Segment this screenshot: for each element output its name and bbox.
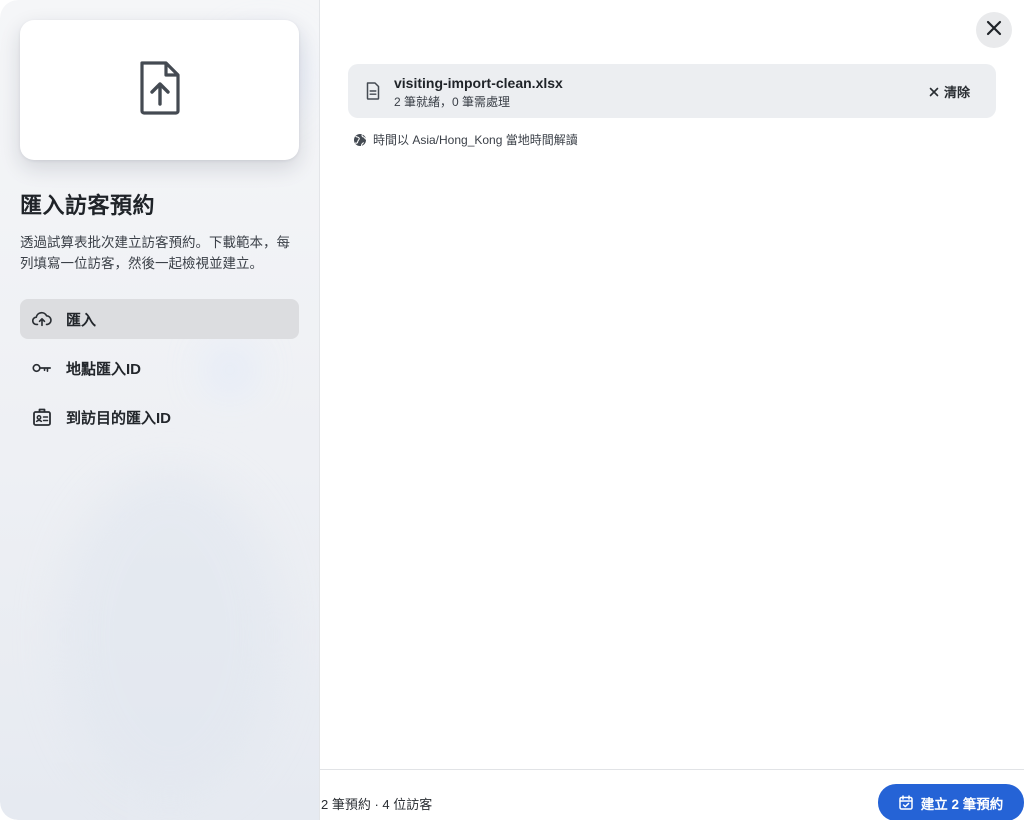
document-icon bbox=[366, 82, 382, 100]
file-name: visiting-import-clean.xlsx bbox=[394, 75, 563, 91]
dialog-description: 透過試算表批次建立訪客預約。下載範本，每列填寫一位訪客，然後一起檢視並建立。 bbox=[20, 235, 290, 271]
upload-illustration bbox=[20, 20, 299, 160]
globe-icon bbox=[353, 133, 367, 147]
clear-label: 清除 bbox=[943, 85, 970, 100]
dialog-title: 匯入訪客預約 bbox=[20, 193, 156, 218]
close-icon bbox=[986, 20, 1002, 41]
close-icon bbox=[929, 87, 939, 97]
timezone-note: 時間以 Asia/Hong_Kong 當地時間解讀 bbox=[353, 131, 578, 148]
left-panel: 匯入訪客預約 透過試算表批次建立訪客預約。下載範本，每列填寫一位訪客，然後一起檢… bbox=[0, 0, 320, 820]
key-icon bbox=[32, 358, 52, 378]
nav-item-label: 匯入 bbox=[66, 311, 97, 329]
timezone-text: 時間以 Asia/Hong_Kong 當地時間解讀 bbox=[373, 133, 578, 147]
file-status: 2 筆就緒，0 筆需處理 bbox=[394, 95, 511, 109]
nav-item-import[interactable]: 匯入 bbox=[20, 299, 299, 339]
nav-item-label: 到訪目的匯入ID bbox=[66, 409, 172, 427]
clear-file-button[interactable]: 清除 bbox=[929, 82, 970, 101]
import-dialog: 匯入訪客預約 透過試算表批次建立訪客預約。下載範本，每列填寫一位訪客，然後一起檢… bbox=[0, 0, 1024, 820]
create-bookings-label: 建立 2 筆預約 bbox=[920, 796, 1004, 812]
import-nav: 匯入 地點匯入ID 到訪目的匯入ID bbox=[20, 299, 299, 446]
booking-summary: 2 筆預約 · 4 位訪客 bbox=[321, 797, 433, 812]
background-decoration bbox=[60, 470, 280, 800]
create-bookings-button[interactable]: 建立 2 筆預約 bbox=[878, 784, 1024, 820]
id-badge-icon bbox=[32, 407, 52, 427]
dialog-footer: 2 筆預約 · 4 位訪客 建立 2 筆預約 bbox=[320, 769, 1024, 820]
close-button[interactable] bbox=[976, 12, 1012, 48]
uploaded-file-card: visiting-import-clean.xlsx 2 筆就緒，0 筆需處理 … bbox=[348, 64, 996, 118]
cloud-upload-icon bbox=[32, 309, 52, 329]
calendar-check-icon bbox=[898, 795, 913, 810]
file-upload-icon bbox=[137, 60, 183, 121]
nav-item-purpose-ids[interactable]: 到訪目的匯入ID bbox=[20, 397, 299, 437]
nav-item-location-ids[interactable]: 地點匯入ID bbox=[20, 348, 299, 388]
nav-item-label: 地點匯入ID bbox=[66, 360, 142, 378]
